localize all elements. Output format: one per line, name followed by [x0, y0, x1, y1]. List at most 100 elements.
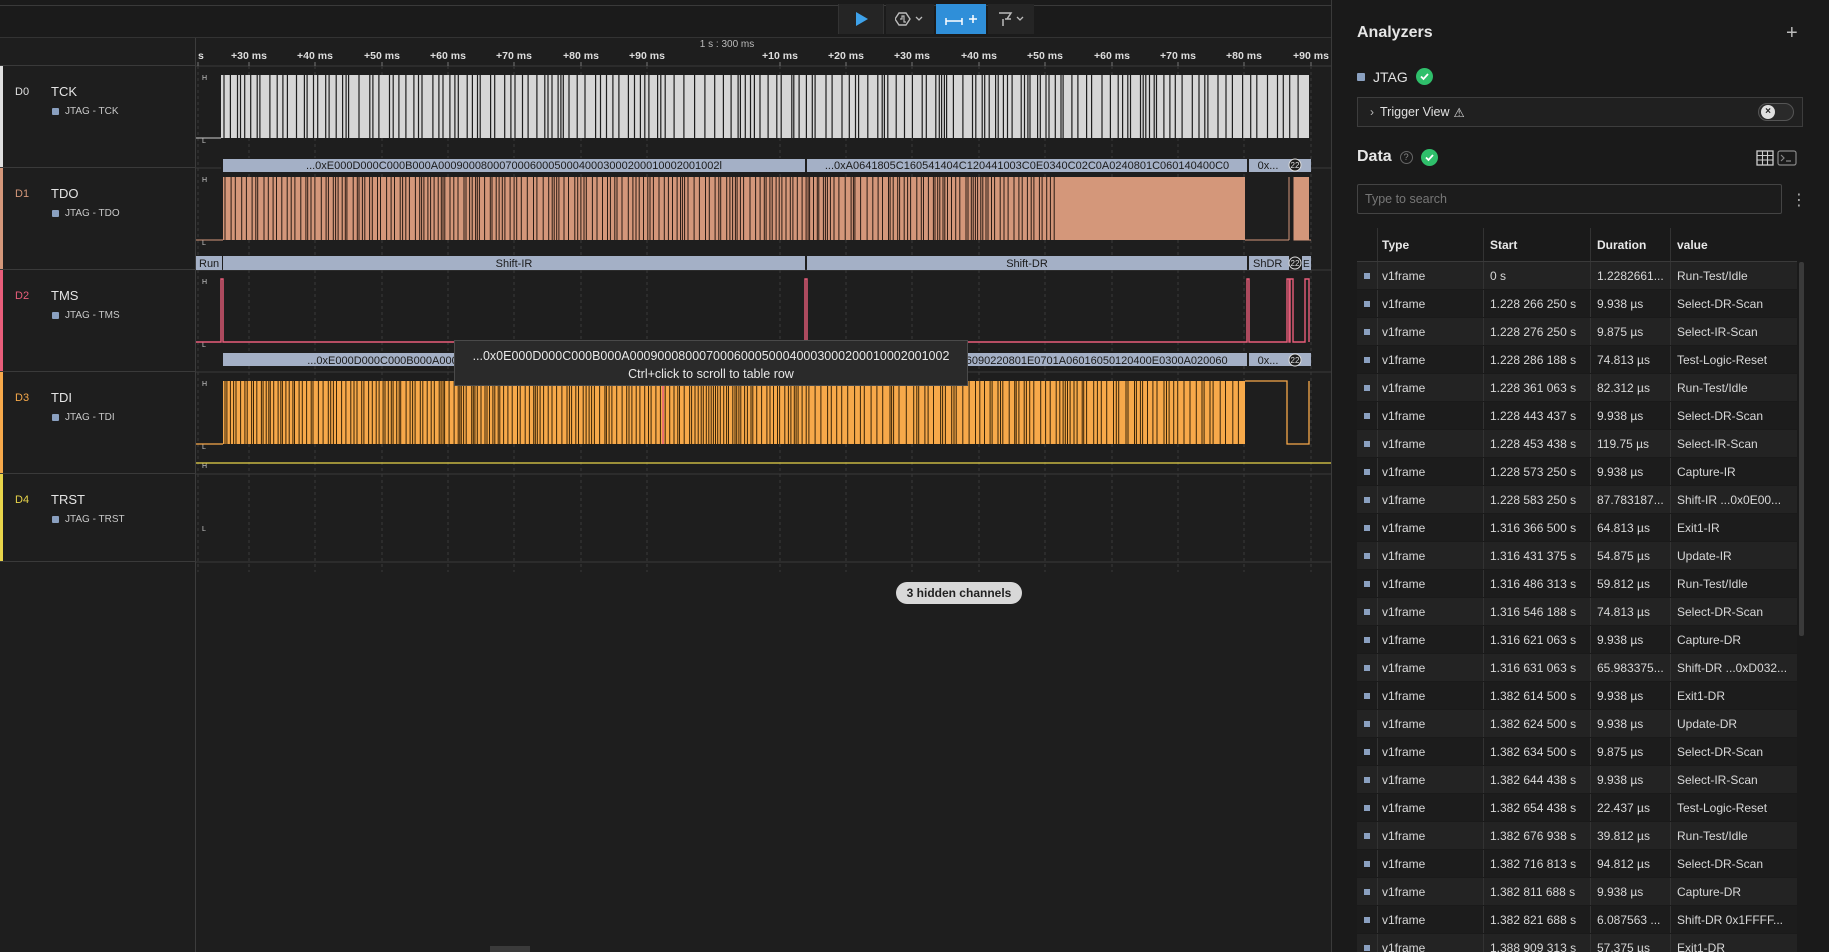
table-row[interactable]: v1frame 1.382 654 438 s 22.437 µs Test-Logi…	[1357, 794, 1797, 822]
table-row[interactable]: v1frame 1.382 614 500 s 9.938 µs Exit1-DR	[1357, 682, 1797, 710]
analyzer-color-swatch	[52, 108, 59, 115]
start-capture-button[interactable]	[838, 4, 884, 34]
tdi-decode-text-c: 0x...	[1258, 355, 1279, 367]
cell-value: Test-Logic-Reset	[1670, 794, 1790, 821]
row-color-swatch	[1357, 916, 1377, 923]
cell-start: 1.382 654 438 s	[1483, 794, 1590, 821]
row-color-swatch	[1357, 496, 1377, 503]
measurements-button[interactable]	[936, 4, 986, 34]
ruler-tick-label: +50 ms	[1027, 50, 1063, 62]
cell-type: v1frame	[1377, 486, 1483, 513]
trigger-view-toggle[interactable]: ×	[1758, 103, 1794, 121]
channel-label-trst[interactable]: D4 TRST JTAG - TRST	[0, 474, 196, 562]
table-row[interactable]: v1frame 1.228 276 250 s 9.875 µs Select-IR-…	[1357, 318, 1797, 346]
cell-start: 1.388 909 313 s	[1483, 934, 1590, 952]
table-row[interactable]: v1frame 1.228 286 188 s 74.813 µs Test-Logi…	[1357, 346, 1797, 374]
more-options-icon[interactable]: ⋮	[1791, 190, 1807, 210]
timing-markers-button[interactable]	[988, 4, 1034, 34]
cell-type: v1frame	[1377, 626, 1483, 653]
row-color-swatch	[1357, 860, 1377, 867]
table-row[interactable]: v1frame 1.382 644 438 s 9.938 µs Select-IR-…	[1357, 766, 1797, 794]
cell-value: Select-DR-Scan	[1670, 290, 1790, 317]
channel-analyzer-tag: JTAG - TMS	[52, 310, 120, 321]
table-row[interactable]: v1frame 1.228 573 250 s 9.938 µs Capture-IR	[1357, 458, 1797, 486]
table-row[interactable]: v1frame 1.316 366 500 s 64.813 µs Exit1-IR	[1357, 514, 1797, 542]
channel-analyzer-label: JTAG - TRST	[65, 514, 125, 525]
cell-start: 1.228 443 437 s	[1483, 402, 1590, 429]
tdo-signal-fill	[223, 177, 1245, 240]
row-color-swatch	[1357, 748, 1377, 755]
tms-state-shift-ir-label: Shift-IR	[496, 258, 533, 270]
table-row[interactable]: v1frame 1.228 453 438 s 119.75 µs Select-IR…	[1357, 430, 1797, 458]
ruler-tick-label: +70 ms	[496, 50, 532, 62]
table-row[interactable]: v1frame 1.316 631 063 s 65.983375... Shift-…	[1357, 654, 1797, 682]
table-view-icon[interactable]	[1756, 150, 1774, 166]
cell-value: Exit1-DR	[1670, 934, 1790, 952]
table-row[interactable]: v1frame 1.382 624 500 s 9.938 µs Update-DR	[1357, 710, 1797, 738]
top-toolbar	[0, 0, 1331, 38]
column-header-start[interactable]: Start	[1483, 228, 1590, 261]
row-color-swatch	[1357, 412, 1377, 419]
cell-duration: 65.983375...	[1590, 654, 1670, 681]
hidden-channels-button[interactable]: 3 hidden channels	[896, 582, 1022, 604]
channel-label-tdo[interactable]: D1 TDO JTAG - TDO	[0, 168, 196, 270]
table-row[interactable]: v1frame 1.316 546 188 s 74.813 µs Select-DR…	[1357, 598, 1797, 626]
analyzer-color-swatch	[52, 516, 59, 523]
channel-label-tms[interactable]: D2 TMS JTAG - TMS	[0, 270, 196, 372]
table-row[interactable]: v1frame 1.228 361 063 s 82.312 µs Run-Test/…	[1357, 374, 1797, 402]
channel-analyzer-tag: JTAG - TRST	[52, 514, 125, 525]
cell-type: v1frame	[1377, 458, 1483, 485]
table-row[interactable]: v1frame 1.382 634 500 s 9.875 µs Select-DR-…	[1357, 738, 1797, 766]
waveform-canvas[interactable]: 1 s : 300 ms s +30 ms +40 ms +50 ms +60 ms +70…	[196, 38, 1331, 952]
row-color-swatch	[1357, 468, 1377, 475]
column-header-duration[interactable]: Duration	[1590, 228, 1670, 261]
column-header-value[interactable]: value	[1670, 228, 1790, 261]
channel-labels-column: D0 TCK JTAG - TCK D1 TDO JTAG - TDO D2 T…	[0, 38, 196, 952]
column-header-type[interactable]: Type	[1377, 228, 1483, 261]
table-row[interactable]: v1frame 1.228 583 250 s 87.783187... Shift-…	[1357, 486, 1797, 514]
table-scrollbar[interactable]	[1799, 262, 1804, 636]
row-color-swatch	[1357, 664, 1377, 671]
cell-start: 1.316 366 500 s	[1483, 514, 1590, 541]
table-row[interactable]: v1frame 1.316 431 375 s 54.875 µs Update-IR	[1357, 542, 1797, 570]
row-color-swatch	[1357, 832, 1377, 839]
table-row[interactable]: v1frame 1.316 621 063 s 9.938 µs Capture-DR	[1357, 626, 1797, 654]
add-analyzer-icon[interactable]: +	[1786, 22, 1798, 45]
channel-label-tdi[interactable]: D3 TDI JTAG - TDI	[0, 372, 196, 474]
table-row[interactable]: v1frame 1.382 811 688 s 9.938 µs Capture-DR	[1357, 878, 1797, 906]
data-search-input[interactable]	[1357, 184, 1782, 214]
table-row[interactable]: v1frame 1.316 486 313 s 59.812 µs Run-Test/…	[1357, 570, 1797, 598]
cell-value: Run-Test/Idle	[1670, 374, 1790, 401]
table-row[interactable]: v1frame 1.228 443 437 s 9.938 µs Select-DR-…	[1357, 402, 1797, 430]
cell-start: 1.382 821 688 s	[1483, 906, 1590, 933]
row-color-swatch	[1357, 440, 1377, 447]
table-row[interactable]: v1frame 0 s 1.2282661... Run-Test/Idle	[1357, 262, 1797, 290]
table-row[interactable]: v1frame 1.382 821 688 s 6.087563 ... Shift-…	[1357, 906, 1797, 934]
play-icon	[856, 12, 868, 26]
waveform-view[interactable]: 1 s : 300 ms s +30 ms +40 ms +50 ms +60 ms +70…	[196, 38, 1331, 952]
terminal-view-icon[interactable]	[1777, 150, 1797, 166]
channel-name: TRST	[51, 492, 85, 507]
table-row[interactable]: v1frame 1.228 266 250 s 9.938 µs Select-DR-…	[1357, 290, 1797, 318]
channel-analyzer-tag: JTAG - TCK	[52, 106, 119, 117]
table-row[interactable]: v1frame 1.388 909 313 s 57.375 µs Exit1-DR	[1357, 934, 1797, 952]
channel-number: D2	[15, 290, 30, 302]
cell-start: 1.316 486 313 s	[1483, 570, 1590, 597]
help-icon[interactable]: ?	[1399, 150, 1413, 164]
channel-color-strip	[0, 168, 3, 269]
trigger-settings-button[interactable]	[886, 4, 934, 34]
cell-value: Update-DR	[1670, 710, 1790, 737]
data-table[interactable]: Type Start Duration value v1frame 0 s 1.228266…	[1357, 228, 1797, 952]
ruler-tick-label: s	[198, 50, 204, 62]
row-color-swatch	[1357, 776, 1377, 783]
analyzer-jtag[interactable]: JTAG	[1357, 68, 1433, 85]
channel-number: D4	[15, 494, 30, 506]
channel-number: D1	[15, 188, 30, 200]
ruler-tick-label: +60 ms	[430, 50, 466, 62]
cell-type: v1frame	[1377, 570, 1483, 597]
table-row[interactable]: v1frame 1.382 716 813 s 94.812 µs Select-DR…	[1357, 850, 1797, 878]
trigger-view-row[interactable]: › Trigger View ⚠ ×	[1357, 97, 1803, 127]
channel-label-tck[interactable]: D0 TCK JTAG - TCK	[0, 66, 196, 168]
table-row[interactable]: v1frame 1.382 676 938 s 39.812 µs Run-Test/…	[1357, 822, 1797, 850]
cell-duration: 39.812 µs	[1590, 822, 1670, 849]
